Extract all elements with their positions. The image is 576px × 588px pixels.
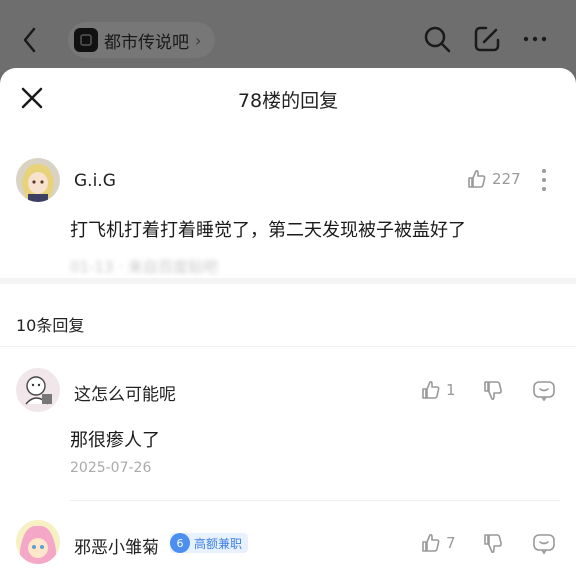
main-post: G.i.G 227 打飞机打着打着睡觉了，第二天发现被子被盖好了 01-13 ·…	[0, 128, 576, 346]
reply-username[interactable]: 这怎么可能呢	[74, 380, 176, 405]
chevron-left-icon[interactable]	[20, 26, 40, 54]
reply-divider	[70, 500, 560, 501]
search-icon[interactable]	[422, 24, 452, 54]
chevron-right-icon: ›	[195, 30, 202, 50]
user-badge: 6 高额兼职	[170, 533, 249, 553]
thumbs-up-icon	[468, 169, 486, 188]
like-count: 1	[446, 381, 456, 399]
avatar[interactable]	[16, 158, 60, 202]
comment-icon[interactable]	[532, 532, 556, 556]
like-count: 227	[492, 170, 521, 188]
sheet-header: 78楼的回复	[0, 68, 576, 128]
post-meta: 01-13 · 来自百度贴吧	[70, 258, 218, 276]
post-text: 打飞机打着打着睡觉了，第二天发现被子被盖好了	[70, 220, 466, 241]
like-count: 7	[446, 534, 456, 552]
section-divider	[0, 278, 576, 284]
avatar[interactable]	[16, 520, 60, 564]
dislike-icon[interactable]	[481, 379, 505, 403]
edit-icon[interactable]	[472, 24, 502, 54]
reply-username[interactable]: 邪恶小雏菊	[74, 533, 159, 558]
reply-sheet: 78楼的回复 G.i.G 227 打飞机打着打着睡觉了，第二天发现被子被盖好了 …	[0, 68, 576, 588]
forum-logo-icon	[74, 28, 98, 52]
like-button[interactable]: 1	[420, 379, 456, 401]
forum-name: 都市传说吧	[104, 32, 189, 53]
thumbs-up-icon	[422, 533, 440, 552]
badge-text: 高额兼职	[194, 536, 243, 551]
avatar[interactable]	[16, 368, 60, 412]
reply-count: 10条回复	[16, 316, 85, 335]
top-bar: 都市传说吧 ›	[0, 0, 576, 72]
more-vertical-icon[interactable]	[534, 166, 554, 194]
more-icon[interactable]	[520, 24, 550, 54]
reply-date: 2025-07-26	[70, 460, 152, 476]
post-username[interactable]: G.i.G	[74, 171, 116, 191]
like-button[interactable]: 227	[466, 168, 521, 190]
thumbs-up-icon	[422, 380, 440, 399]
badge-level: 6	[170, 533, 190, 553]
forum-link[interactable]: 都市传说吧 ›	[68, 22, 216, 58]
reply-text: 那很瘆人了	[70, 430, 160, 451]
comment-icon[interactable]	[532, 379, 556, 403]
dislike-icon[interactable]	[481, 532, 505, 556]
sheet-title: 78楼的回复	[237, 90, 339, 112]
like-button[interactable]: 7	[420, 532, 456, 554]
